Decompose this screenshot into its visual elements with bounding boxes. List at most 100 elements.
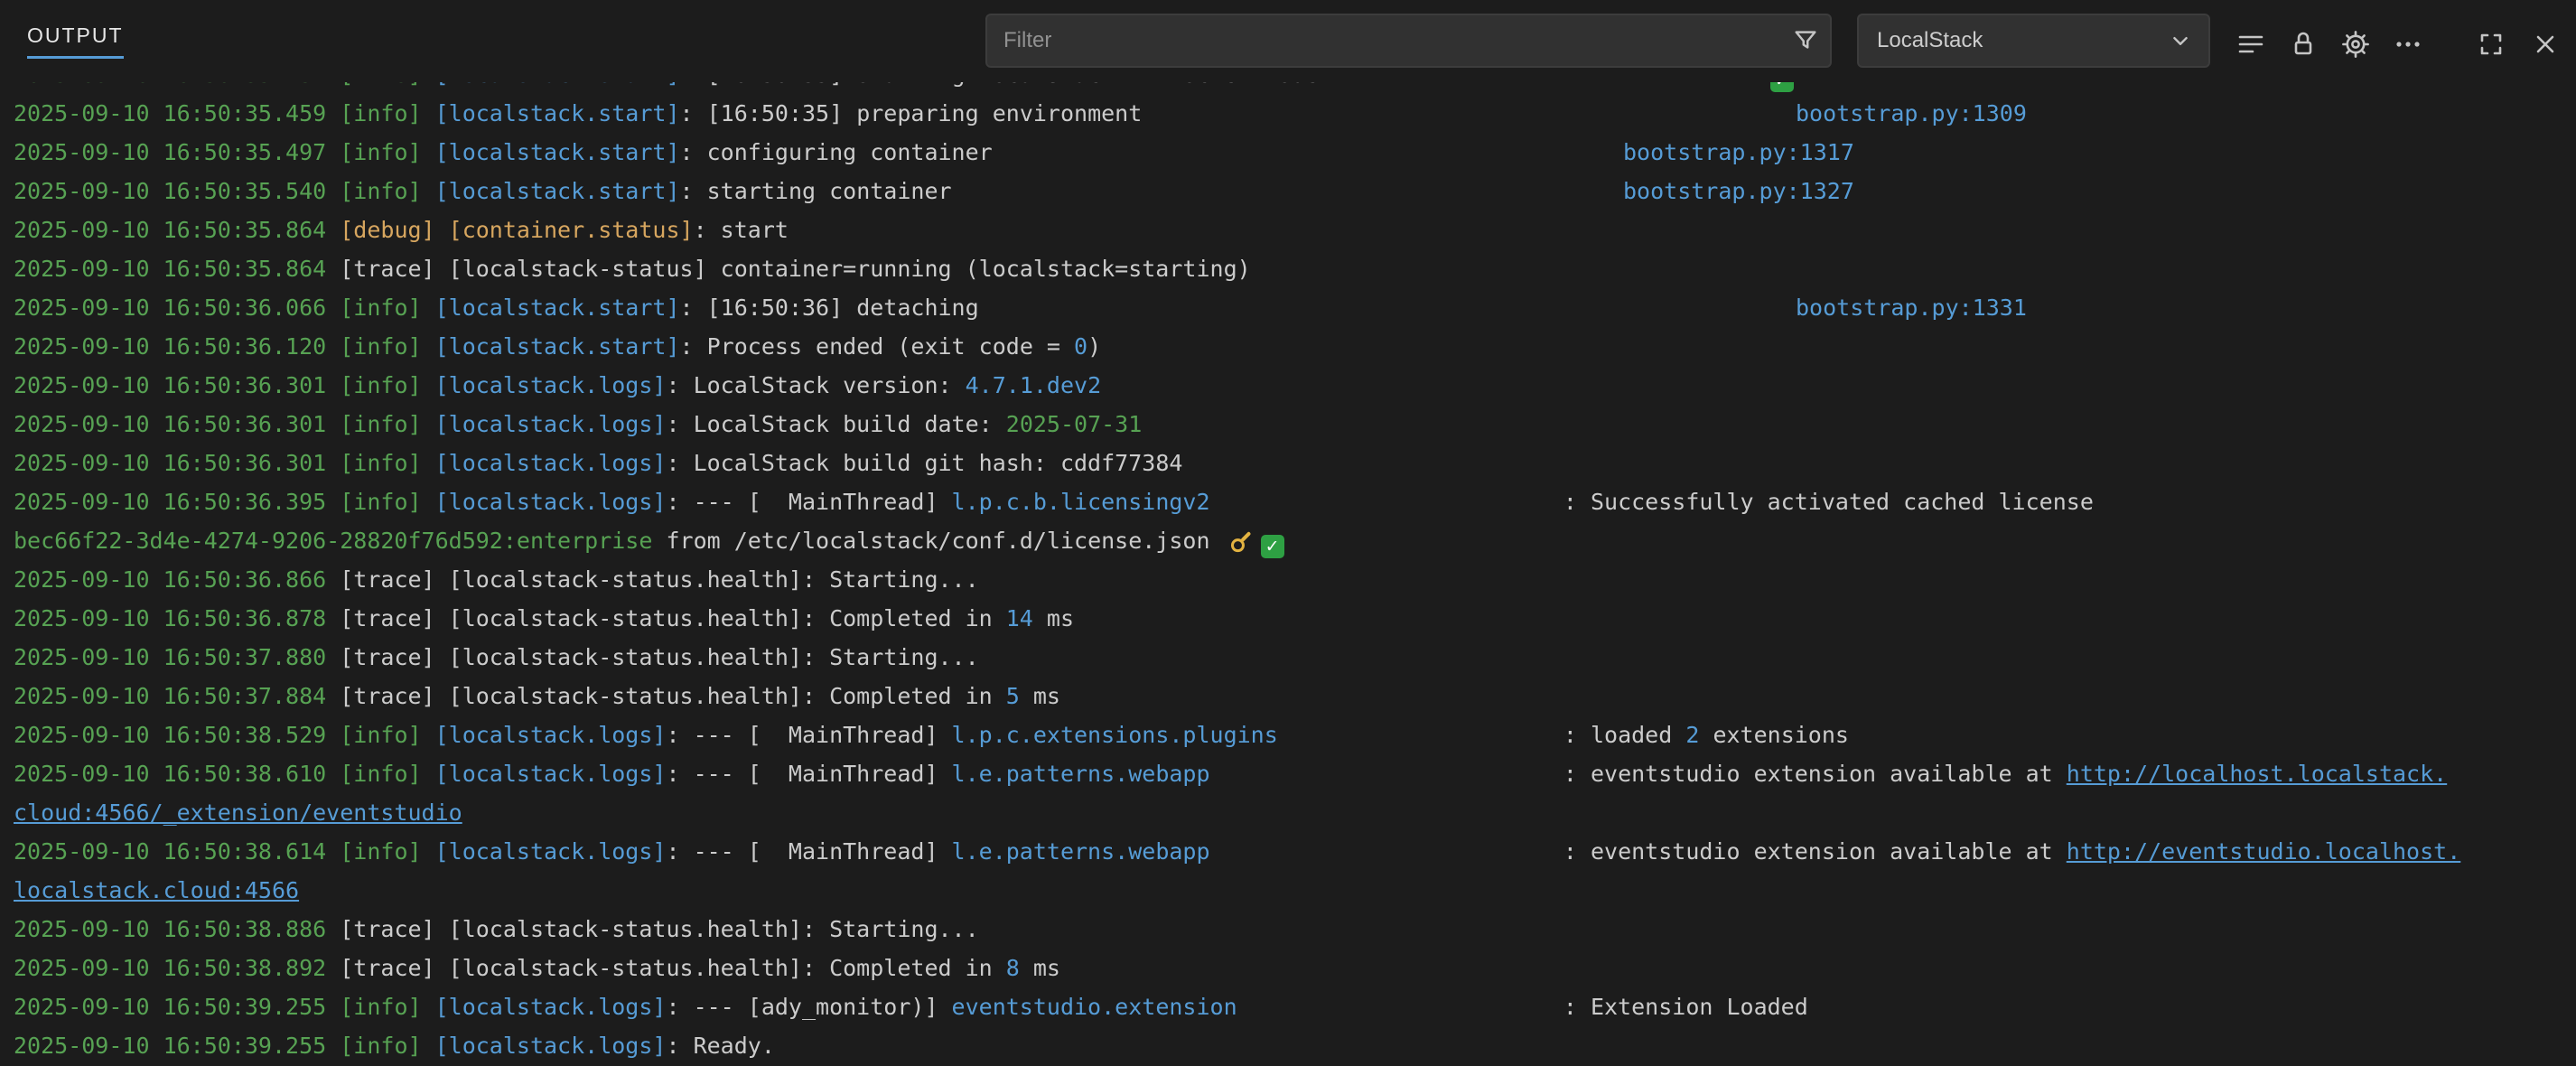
- log-text: : [16:50:35] starting LocalStack in Dock…: [680, 82, 1319, 88]
- log-text: : [16:50:36] detaching: [680, 295, 979, 321]
- filter-box: [985, 14, 1832, 68]
- source-location-link[interactable]: bootstrap.py:1327: [1623, 172, 1854, 210]
- log-text: [info]: [340, 994, 434, 1020]
- log-text: : Process ended (exit code =: [680, 333, 1075, 360]
- log-text: [trace] [localstack-status.health]: Star…: [340, 916, 978, 942]
- close-panel-icon[interactable]: [2527, 26, 2563, 62]
- word-wrap-icon[interactable]: [2233, 26, 2269, 62]
- log-text: 2025-09-10 16:50:39.255: [14, 994, 340, 1020]
- log-row: 2025-09-10 16:50:38.529 [info] [localsta…: [0, 715, 2576, 754]
- log-text: 2025-09-10 16:50:36.301: [14, 450, 340, 476]
- check-icon: [1261, 535, 1284, 558]
- log-text: ms: [1020, 955, 1060, 981]
- log-row: 2025-09-10 16:50:36.866 [trace] [localst…: [0, 560, 2576, 599]
- log-text: 2025-09-10 16:50:39.255: [14, 1033, 340, 1059]
- log-text: [localstack.logs]: [435, 489, 667, 515]
- source-location-link[interactable]: bootstrap.py:1309: [1796, 94, 2027, 133]
- chevron-down-icon: [2167, 27, 2194, 54]
- log-text: [trace] [localstack-status.health]: Comp…: [340, 605, 1006, 631]
- log-text: 2025-09-10 16:50:36.301: [14, 372, 340, 398]
- log-text: 2025-09-10 16:50:36.878: [14, 605, 340, 631]
- log-text: [debug] [container.status]: [340, 217, 693, 243]
- log-text: [info]: [340, 411, 434, 437]
- log-text: 5: [1006, 683, 1020, 709]
- log-text: 2025-09-10 16:50:38.892: [14, 955, 340, 981]
- log-text: 14: [1006, 605, 1033, 631]
- log-text: [localstack.logs]: [435, 411, 667, 437]
- log-rows: 2025-09-10 16:50:35.431 [info] [localsta…: [0, 82, 2576, 1065]
- source-location-link[interactable]: bootstrap.py:1331: [1796, 288, 2027, 327]
- log-text: [localstack.start]: [435, 178, 680, 204]
- log-text: bec66f22-3d4e-4274-9206-28820f76d592:ent…: [14, 528, 652, 554]
- log-text: : LocalStack build git hash: cddf77384: [666, 450, 1182, 476]
- settings-gear-icon[interactable]: [2338, 26, 2374, 62]
- output-channel-select[interactable]: LocalStack: [1857, 14, 2210, 68]
- log-text: [localstack.logs]: [435, 372, 667, 398]
- log-text: [localstack.start]: [435, 100, 680, 126]
- tab-output[interactable]: OUTPUT: [27, 23, 124, 59]
- log-text: l.e.patterns.webapp: [952, 838, 1210, 865]
- log-text: [localstack.start]: [435, 333, 680, 360]
- log-text: [info]: [340, 333, 434, 360]
- log-text: : --- [ MainThread]: [666, 761, 951, 787]
- log-text: 8: [1006, 955, 1020, 981]
- log-row: 2025-09-10 16:50:36.301 [info] [localsta…: [0, 405, 2576, 444]
- log-text: : start: [694, 217, 789, 243]
- log-output[interactable]: 2025-09-10 16:50:35.431 [info] [localsta…: [0, 82, 2576, 1066]
- log-text: 2025-09-10 16:50:38.610: [14, 761, 340, 787]
- log-text: [info]: [340, 450, 434, 476]
- source-location-link[interactable]: bootstrap.py:1317: [1623, 133, 1854, 172]
- log-row: 2025-09-10 16:50:35.431 [info] [localsta…: [0, 82, 2576, 94]
- log-text: 2025-09-10 16:50:36.120: [14, 333, 340, 360]
- log-text: [localstack.logs]: [435, 838, 667, 865]
- log-link[interactable]: localstack.cloud:4566: [14, 877, 299, 903]
- log-row: 2025-09-10 16:50:36.120 [info] [localsta…: [0, 327, 2576, 366]
- output-channel-value: LocalStack: [1877, 28, 1983, 53]
- log-row: 2025-09-10 16:50:38.614 [info] [localsta…: [0, 832, 2576, 871]
- log-text: 2025-07-31: [1006, 411, 1143, 437]
- log-text: [info]: [340, 761, 434, 787]
- log-row: 2025-09-10 16:50:39.255 [info] [localsta…: [0, 1026, 2576, 1065]
- log-text: 2025-09-10 16:50:38.614: [14, 838, 340, 865]
- log-text: ms: [1033, 605, 1074, 631]
- log-row: 2025-09-10 16:50:36.395 [info] [localsta…: [0, 482, 2576, 521]
- log-text: 2025-09-10 16:50:36.066: [14, 295, 340, 321]
- log-text: [info]: [340, 82, 434, 88]
- filter-icon[interactable]: [1781, 27, 1830, 54]
- log-text: 2025-09-10 16:50:35.497: [14, 139, 340, 165]
- log-text: : --- [ MainThread]: [666, 489, 951, 515]
- log-row: 2025-09-10 16:50:35.864 [debug] [contain…: [0, 210, 2576, 249]
- auto-scroll-lock-icon[interactable]: [2285, 26, 2321, 62]
- log-row: 2025-09-10 16:50:38.886 [trace] [localst…: [0, 910, 2576, 949]
- log-link[interactable]: http://localhost.localstack.: [2067, 761, 2447, 787]
- log-text: ): [1087, 333, 1101, 360]
- more-actions-icon[interactable]: [2390, 26, 2426, 62]
- log-row: localstack.cloud:4566: [0, 871, 2576, 910]
- log-row: bec66f22-3d4e-4274-9206-28820f76d592:ent…: [0, 521, 2576, 560]
- log-row: 2025-09-10 16:50:36.066 [info] [localsta…: [0, 288, 2576, 327]
- log-text: 2025-09-10 16:50:35.864: [14, 217, 340, 243]
- log-row: 2025-09-10 16:50:38.892 [trace] [localst…: [0, 949, 2576, 987]
- log-row: 2025-09-10 16:50:38.610 [info] [localsta…: [0, 754, 2576, 793]
- log-row: 2025-09-10 16:50:36.301 [info] [localsta…: [0, 366, 2576, 405]
- log-text: 4.7.1.dev2: [966, 372, 1102, 398]
- log-text: : starting container: [680, 178, 952, 204]
- log-text: [localstack.start]: [435, 82, 680, 88]
- log-text: [trace] [localstack-status] container=ru…: [340, 256, 1250, 282]
- log-text: [info]: [340, 722, 434, 748]
- log-text: [info]: [340, 489, 434, 515]
- log-row: 2025-09-10 16:50:37.880 [trace] [localst…: [0, 638, 2576, 677]
- log-text: : --- [ MainThread]: [666, 722, 951, 748]
- log-text: extensions: [1699, 722, 1849, 748]
- log-link[interactable]: cloud:4566/_extension/eventstudio: [14, 800, 462, 826]
- log-text: ms: [1020, 683, 1060, 709]
- log-text: [localstack.logs]: [435, 994, 667, 1020]
- log-link[interactable]: http://eventstudio.localhost.: [2067, 838, 2461, 865]
- log-text: [localstack.logs]: [435, 761, 667, 787]
- log-text: 0: [1074, 333, 1087, 360]
- log-row: 2025-09-10 16:50:39.255 [info] [localsta…: [0, 987, 2576, 1026]
- tab-output-label: OUTPUT: [27, 23, 124, 47]
- filter-input[interactable]: [987, 15, 1781, 66]
- maximize-panel-icon[interactable]: [2473, 26, 2509, 62]
- log-text: 2025-09-10 16:50:37.884: [14, 683, 340, 709]
